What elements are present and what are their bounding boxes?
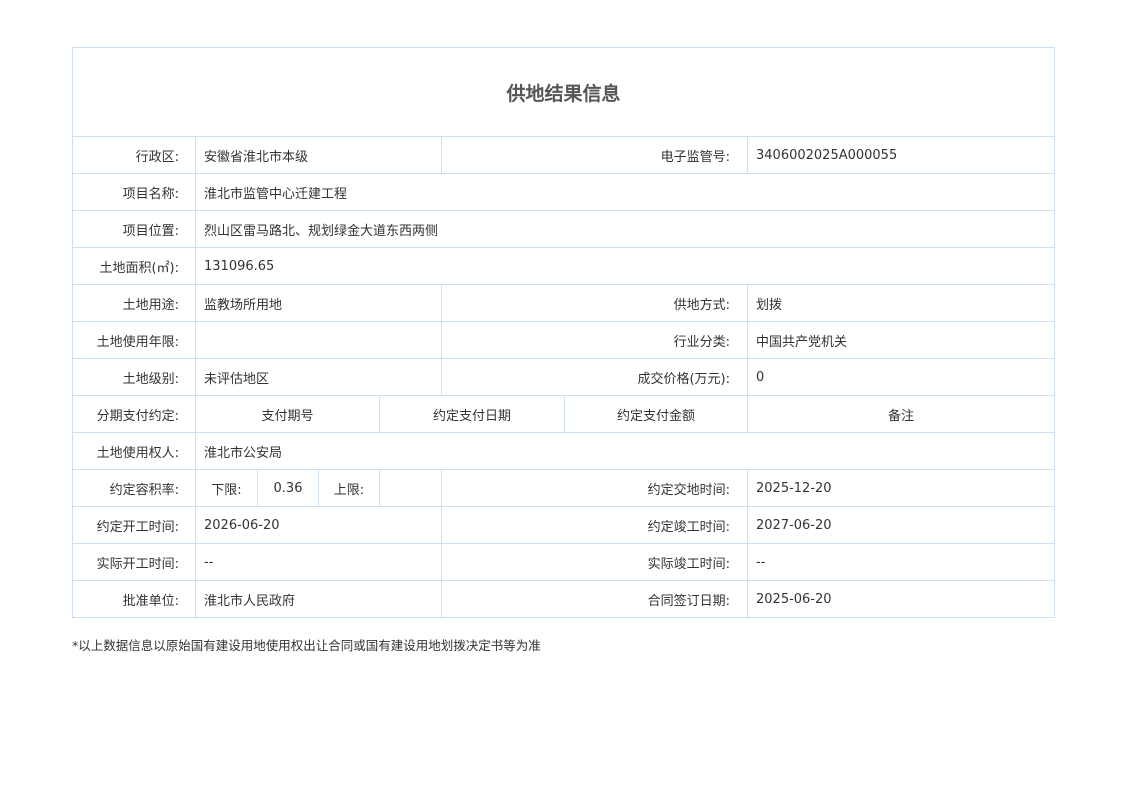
actual-completion-label: 实际竣工时间: <box>441 543 748 581</box>
actual-start-label: 实际开工时间: <box>72 543 196 581</box>
land-area-label: 土地面积(㎡): <box>72 247 196 285</box>
plot-ratio-lower-label: 下限: <box>195 469 258 507</box>
row-project-name: 项目名称: 淮北市监管中心迁建工程 <box>72 173 1056 211</box>
use-term-label: 土地使用年限: <box>72 321 196 359</box>
row-land-use: 土地用途: 监教场所用地 供地方式: 划拨 <box>72 284 1056 322</box>
land-area-value: 131096.65 <box>194 247 1056 285</box>
installments-header-period: 支付期号 <box>195 395 380 433</box>
row-actual-start: 实际开工时间: -- 实际竣工时间: -- <box>72 543 1056 581</box>
district-label: 行政区: <box>72 136 196 174</box>
completion-time-label: 约定竣工时间: <box>441 506 748 544</box>
actual-completion-value: -- <box>746 543 1056 581</box>
delivery-time-label: 约定交地时间: <box>441 469 748 507</box>
deal-price-value: 0 <box>746 358 1056 396</box>
row-start-time: 约定开工时间: 2026-06-20 约定竣工时间: 2027-06-20 <box>72 506 1056 544</box>
completion-time-value: 2027-06-20 <box>746 506 1056 544</box>
supervision-no-value: 3406002025A000055 <box>746 136 1056 174</box>
project-name-value: 淮北市监管中心迁建工程 <box>194 173 1056 211</box>
plot-ratio-lower-value: 0.36 <box>257 469 319 507</box>
row-land-area: 土地面积(㎡): 131096.65 <box>72 247 1056 285</box>
installments-header-remark: 备注 <box>746 395 1056 433</box>
plot-ratio-label: 约定容积率: <box>72 469 196 507</box>
row-installments: 分期支付约定: 支付期号 约定支付日期 约定支付金额 备注 <box>72 395 1056 433</box>
page-title: 供地结果信息 <box>71 47 1056 137</box>
row-approval-unit: 批准单位: 淮北市人民政府 合同签订日期: 2025-06-20 <box>72 580 1056 618</box>
installments-header-amount: 约定支付金额 <box>564 395 748 433</box>
row-district: 行政区: 安徽省淮北市本级 电子监管号: 3406002025A000055 <box>72 136 1056 174</box>
contract-date-value: 2025-06-20 <box>746 580 1056 618</box>
row-land-grade: 土地级别: 未评估地区 成交价格(万元): 0 <box>72 358 1056 396</box>
plot-ratio-upper-label: 上限: <box>318 469 380 507</box>
row-use-term: 土地使用年限: 行业分类: 中国共产党机关 <box>72 321 1056 359</box>
actual-start-value: -- <box>195 543 442 581</box>
installments-label: 分期支付约定: <box>72 395 196 433</box>
land-use-value: 监教场所用地 <box>195 284 442 322</box>
plot-ratio-upper-value <box>379 469 442 507</box>
start-time-label: 约定开工时间: <box>72 506 196 544</box>
land-supply-result-table: 供地结果信息 行政区: 安徽省淮北市本级 电子监管号: 3406002025A0… <box>71 47 1056 618</box>
project-location-value: 烈山区雷马路北、规划绿金大道东西两侧 <box>194 210 1056 248</box>
use-term-value <box>195 321 442 359</box>
deal-price-label: 成交价格(万元): <box>441 358 748 396</box>
footnote: *以上数据信息以原始国有建设用地使用权出让合同或国有建设用地划拨决定书等为准 <box>72 638 541 653</box>
land-grade-value: 未评估地区 <box>195 358 442 396</box>
project-location-label: 项目位置: <box>72 210 196 248</box>
land-user-value: 淮北市公安局 <box>194 432 1056 470</box>
row-plot-ratio: 约定容积率: 下限: 0.36 上限: 约定交地时间: 2025-12-20 <box>72 469 1056 507</box>
approval-unit-value: 淮北市人民政府 <box>195 580 442 618</box>
industry-label: 行业分类: <box>441 321 748 359</box>
row-project-location: 项目位置: 烈山区雷马路北、规划绿金大道东西两侧 <box>72 210 1056 248</box>
district-value: 安徽省淮北市本级 <box>195 136 442 174</box>
start-time-value: 2026-06-20 <box>195 506 442 544</box>
supervision-no-label: 电子监管号: <box>441 136 748 174</box>
land-user-label: 土地使用权人: <box>72 432 196 470</box>
land-use-label: 土地用途: <box>72 284 196 322</box>
title-row: 供地结果信息 <box>71 47 1056 137</box>
land-grade-label: 土地级别: <box>72 358 196 396</box>
project-name-label: 项目名称: <box>72 173 196 211</box>
industry-value: 中国共产党机关 <box>746 321 1056 359</box>
delivery-time-value: 2025-12-20 <box>746 469 1056 507</box>
installments-header-date: 约定支付日期 <box>379 395 565 433</box>
approval-unit-label: 批准单位: <box>72 580 196 618</box>
row-land-user: 土地使用权人: 淮北市公安局 <box>72 432 1056 470</box>
supply-method-value: 划拨 <box>746 284 1056 322</box>
contract-date-label: 合同签订日期: <box>441 580 748 618</box>
supply-method-label: 供地方式: <box>441 284 748 322</box>
